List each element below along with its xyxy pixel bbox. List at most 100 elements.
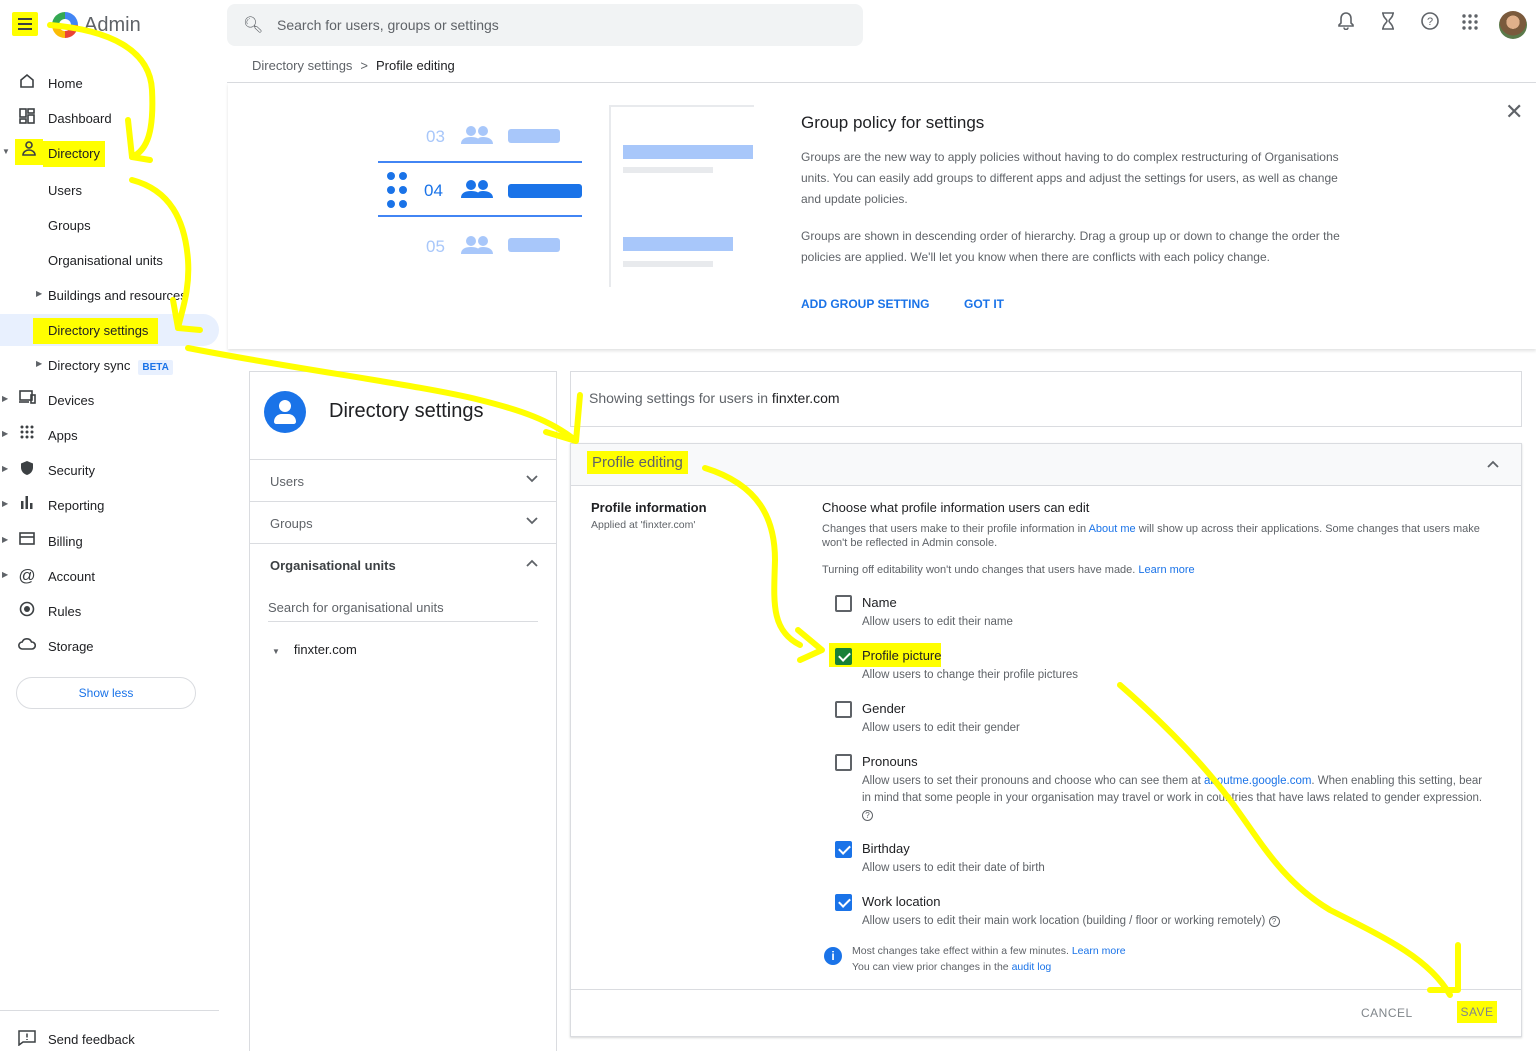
directory-person-icon xyxy=(264,391,306,433)
aboutme-link[interactable]: aboutme.google.com xyxy=(1204,775,1311,787)
org-tree-item[interactable]: ▼ finxter.com xyxy=(268,642,357,657)
sidebar-item-billing[interactable]: ▶ Billing xyxy=(0,527,219,557)
credit-card-icon xyxy=(17,531,37,551)
info-text: You can view prior changes in the audit … xyxy=(852,961,1051,973)
audit-log-link[interactable]: audit log xyxy=(1012,961,1052,973)
description-text: Allow users to edit their main work loca… xyxy=(862,915,1266,927)
illustration-bar xyxy=(623,145,753,159)
help-icon[interactable]: ? xyxy=(862,810,873,821)
expand-right-icon: ▶ xyxy=(2,570,9,579)
help-icon[interactable]: ? xyxy=(1268,916,1280,927)
option-description: Allow users to edit their main work loca… xyxy=(862,913,1487,930)
sidebar-item-label: Apps xyxy=(48,428,78,443)
save-button[interactable]: SAVE xyxy=(1457,1001,1497,1023)
sidebar-item-devices[interactable]: ▶ Devices xyxy=(0,386,219,416)
group-policy-banner: 03 04 05 Group policy for settings Group… xyxy=(228,83,1536,349)
search-input[interactable] xyxy=(277,4,837,46)
description-text: Allow users to set their pronouns and ch… xyxy=(862,775,1201,787)
card-header[interactable]: Profile editing xyxy=(571,444,1521,486)
expand-right-icon: ▶ xyxy=(2,394,9,403)
sidebar-item-groups[interactable]: Groups xyxy=(0,211,219,239)
close-icon[interactable]: ✕ xyxy=(1505,99,1523,125)
birthday-checkbox[interactable] xyxy=(835,841,852,858)
org-name: finxter.com xyxy=(293,642,357,657)
illustration-line xyxy=(378,215,582,217)
sidebar-item-directory-sync[interactable]: ▶ Directory sync BETA xyxy=(0,351,219,379)
sidebar-item-label: Home xyxy=(48,76,83,91)
illustration-bar xyxy=(623,261,713,267)
directory-settings-pane: Directory settings Users Groups Organisa… xyxy=(249,371,557,1051)
ou-search-input[interactable] xyxy=(268,600,538,622)
info-line: Most changes take effect within a few mi… xyxy=(852,945,1069,957)
option-description: Allow users to edit their name xyxy=(862,616,1013,628)
breadcrumb-parent-link[interactable]: Directory settings xyxy=(252,58,352,73)
people-icon xyxy=(460,125,494,150)
search-icon: 🔍︎ xyxy=(243,17,264,34)
bell-icon[interactable] xyxy=(1333,12,1359,38)
beta-badge: BETA xyxy=(138,360,173,375)
profile-picture-checkbox[interactable] xyxy=(835,648,852,665)
illustration-panel xyxy=(609,105,754,287)
sidebar-item-buildings[interactable]: ▶ Buildings and resources xyxy=(0,281,219,309)
section-label: Users xyxy=(270,474,304,489)
description-text: Turning off editability won't undo chang… xyxy=(822,564,1136,576)
sidebar-item-users[interactable]: Users xyxy=(0,176,219,204)
option-label: Gender xyxy=(862,701,906,716)
sidebar-item-rules[interactable]: Rules xyxy=(0,597,219,627)
section-groups[interactable]: Groups xyxy=(250,501,556,543)
sidebar-item-account[interactable]: ▶ @ Account xyxy=(0,562,219,592)
hourglass-icon[interactable] xyxy=(1375,12,1401,38)
card-footer-divider xyxy=(571,989,1521,990)
name-checkbox[interactable] xyxy=(835,595,852,612)
section-organisational-units[interactable]: Organisational units xyxy=(250,543,556,591)
illustration-number: 04 xyxy=(424,181,443,200)
info-icon: i xyxy=(824,947,842,965)
sidebar-item-dashboard[interactable]: Dashboard xyxy=(0,104,219,134)
sidebar-item-storage[interactable]: Storage xyxy=(0,632,219,662)
sidebar-item-reporting[interactable]: ▶ Reporting xyxy=(0,491,219,521)
dashboard-icon xyxy=(17,108,37,128)
section-users[interactable]: Users xyxy=(250,459,556,501)
sidebar-item-directory-settings[interactable]: Directory settings xyxy=(0,316,219,344)
gender-checkbox[interactable] xyxy=(835,701,852,718)
learn-more-link[interactable]: Learn more xyxy=(1072,945,1126,957)
svg-text:?: ? xyxy=(1427,16,1433,28)
main-menu-button[interactable] xyxy=(12,12,38,36)
expand-down-icon: ▼ xyxy=(272,647,280,656)
cloud-icon xyxy=(17,636,37,656)
pane-title: Directory settings xyxy=(329,400,484,422)
chevron-up-icon[interactable] xyxy=(1487,456,1499,471)
sidebar-item-apps[interactable]: ▶ Apps xyxy=(0,421,219,451)
expand-right-icon: ▶ xyxy=(36,289,43,298)
chevron-up-icon xyxy=(526,554,538,570)
section-label: Organisational units xyxy=(270,558,396,573)
sidebar-item-label: Directory xyxy=(43,141,106,167)
pronouns-checkbox[interactable] xyxy=(835,754,852,771)
illustration-line xyxy=(378,161,582,163)
help-icon[interactable]: ? xyxy=(1417,12,1443,38)
avatar[interactable] xyxy=(1499,11,1527,39)
work-location-checkbox[interactable] xyxy=(835,894,852,911)
cancel-button[interactable]: CANCEL xyxy=(1361,1006,1413,1020)
sidebar-item-label: Rules xyxy=(48,604,82,619)
illustration-number: 05 xyxy=(426,237,445,256)
sidebar-item-label: Billing xyxy=(48,534,83,549)
sidebar-item-home[interactable]: Home xyxy=(0,69,219,99)
illustration-bar xyxy=(508,129,560,143)
add-group-setting-button[interactable]: ADD GROUP SETTING xyxy=(801,297,929,311)
sidebar-item-organisational-units[interactable]: Organisational units xyxy=(0,246,219,274)
search-bar[interactable]: 🔍︎ xyxy=(227,4,863,46)
sidebar-item-directory[interactable]: ▼ Directory xyxy=(0,139,219,169)
show-less-button[interactable]: Show less xyxy=(16,677,196,709)
breadcrumb: Directory settings > Profile editing xyxy=(252,58,455,73)
banner-paragraph: Groups are shown in descending order of … xyxy=(801,229,1340,264)
sidebar-item-label: Organisational units xyxy=(48,253,163,268)
info-line: You can view prior changes in the xyxy=(852,961,1009,973)
shield-icon xyxy=(17,460,37,480)
about-me-link[interactable]: About me xyxy=(1089,523,1136,535)
send-feedback-label: Send feedback xyxy=(48,1032,135,1047)
apps-grid-icon[interactable] xyxy=(1457,12,1483,38)
sidebar-item-security[interactable]: ▶ Security xyxy=(0,456,219,486)
learn-more-link[interactable]: Learn more xyxy=(1138,564,1194,576)
got-it-button[interactable]: GOT IT xyxy=(964,297,1004,311)
